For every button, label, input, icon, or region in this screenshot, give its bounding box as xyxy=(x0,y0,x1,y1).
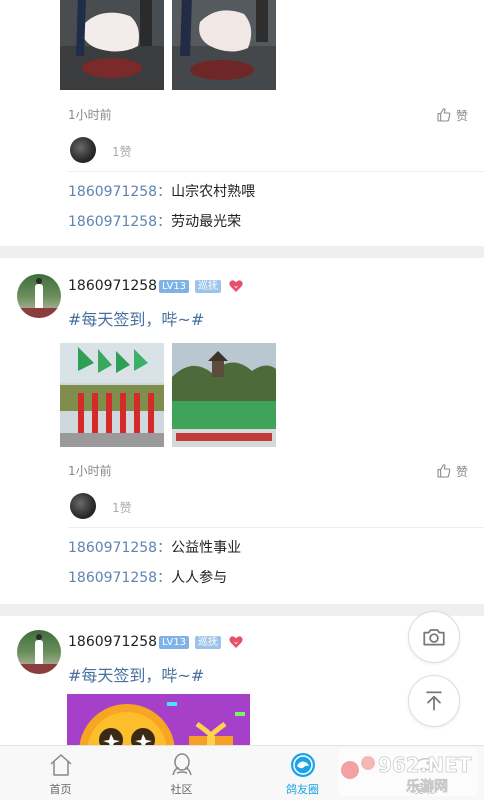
like-button[interactable]: 赞 xyxy=(436,106,468,124)
username[interactable]: 1860971258 xyxy=(68,277,157,295)
likes-row: 1赞 xyxy=(68,489,484,525)
post-photo-1[interactable] xyxy=(60,343,164,447)
post-photo-2[interactable] xyxy=(172,343,276,447)
comment-author[interactable]: 1860971258 xyxy=(68,214,157,230)
thumbs-up-icon xyxy=(437,108,451,122)
tab-label: 鸽友圈 xyxy=(286,783,319,796)
like-button[interactable]: 赞 xyxy=(436,462,468,480)
divider xyxy=(68,527,484,528)
post-text[interactable]: #每天签到，哔~# xyxy=(68,310,204,330)
post-2: 1860971258 LV13 巡抚 #每天签到，哔~# 1小时前 赞 1赞 1… xyxy=(0,258,484,604)
comment-author[interactable]: 1860971258 xyxy=(68,184,157,200)
post-photo-1[interactable] xyxy=(60,0,164,90)
comment-text: 山宗农村熟喂 xyxy=(171,184,256,200)
svg-text:乐游网: 乐游网 xyxy=(406,778,448,795)
comment-author[interactable]: 1860971258 xyxy=(68,540,157,556)
feed: 1小时前 赞 1赞 1860971258：山宗农村熟喂 1860971258：劳… xyxy=(0,0,484,800)
level-badge: LV13 xyxy=(159,280,190,293)
comment-separator: ： xyxy=(157,570,172,586)
tab-label: 社区 xyxy=(170,783,193,796)
like-label: 赞 xyxy=(455,464,468,479)
home-icon xyxy=(49,754,72,776)
comment[interactable]: 1860971258：公益性事业 xyxy=(68,539,241,557)
username[interactable]: 1860971258 xyxy=(68,633,157,651)
comment-separator: ： xyxy=(157,184,172,200)
like-count: 1赞 xyxy=(112,501,132,515)
post-separator xyxy=(0,604,484,616)
post-time: 1小时前 xyxy=(68,108,112,122)
comment-text: 劳动最光荣 xyxy=(171,214,242,230)
comment-separator: ： xyxy=(157,540,172,556)
post-text[interactable]: #每天签到，哔~# xyxy=(68,666,204,686)
level-badge: LV13 xyxy=(159,636,190,649)
camera-icon xyxy=(423,629,445,646)
comment[interactable]: 1860971258：劳动最光荣 xyxy=(68,213,241,231)
camera-button[interactable] xyxy=(408,611,460,663)
comment-author[interactable]: 1860971258 xyxy=(68,570,157,586)
svg-text:962.NET: 962.NET xyxy=(378,753,472,777)
community-icon xyxy=(171,753,192,776)
tab-label: 首页 xyxy=(49,783,72,796)
role-badge: 巡抚 xyxy=(195,636,221,649)
back-to-top-button[interactable] xyxy=(408,675,460,727)
thumbs-up-icon xyxy=(437,464,451,478)
like-label: 赞 xyxy=(455,108,468,123)
likes-row: 1赞 xyxy=(68,133,484,169)
comment-text: 人人参与 xyxy=(171,570,228,586)
comment[interactable]: 1860971258：山宗农村熟喂 xyxy=(68,183,255,201)
post-time: 1小时前 xyxy=(68,464,112,478)
comment-text: 公益性事业 xyxy=(171,540,242,556)
like-count: 1赞 xyxy=(112,145,132,159)
post-photo-2[interactable] xyxy=(172,0,276,90)
tab-community[interactable]: 社区 xyxy=(121,746,242,800)
comment-separator: ： xyxy=(157,214,172,230)
role-badge: 巡抚 xyxy=(195,280,221,293)
liker-avatar[interactable] xyxy=(70,137,96,163)
tab-home[interactable]: 首页 xyxy=(0,746,121,800)
post-1: 1小时前 赞 1赞 1860971258：山宗农村熟喂 1860971258：劳… xyxy=(0,0,484,246)
user-avatar[interactable] xyxy=(17,630,61,674)
comment[interactable]: 1860971258：人人参与 xyxy=(68,569,227,587)
arrow-up-icon xyxy=(426,691,442,711)
post-separator xyxy=(0,246,484,258)
site-watermark-logo: 962.NET 乐游网 xyxy=(338,748,478,796)
liker-avatar[interactable] xyxy=(70,493,96,519)
app-screen: 1小时前 赞 1赞 1860971258：山宗农村熟喂 1860971258：劳… xyxy=(0,0,484,800)
heart-icon xyxy=(229,636,243,648)
user-avatar[interactable] xyxy=(17,274,61,318)
heart-icon xyxy=(229,280,243,292)
divider xyxy=(68,171,484,172)
pigeon-circle-icon xyxy=(290,753,315,777)
